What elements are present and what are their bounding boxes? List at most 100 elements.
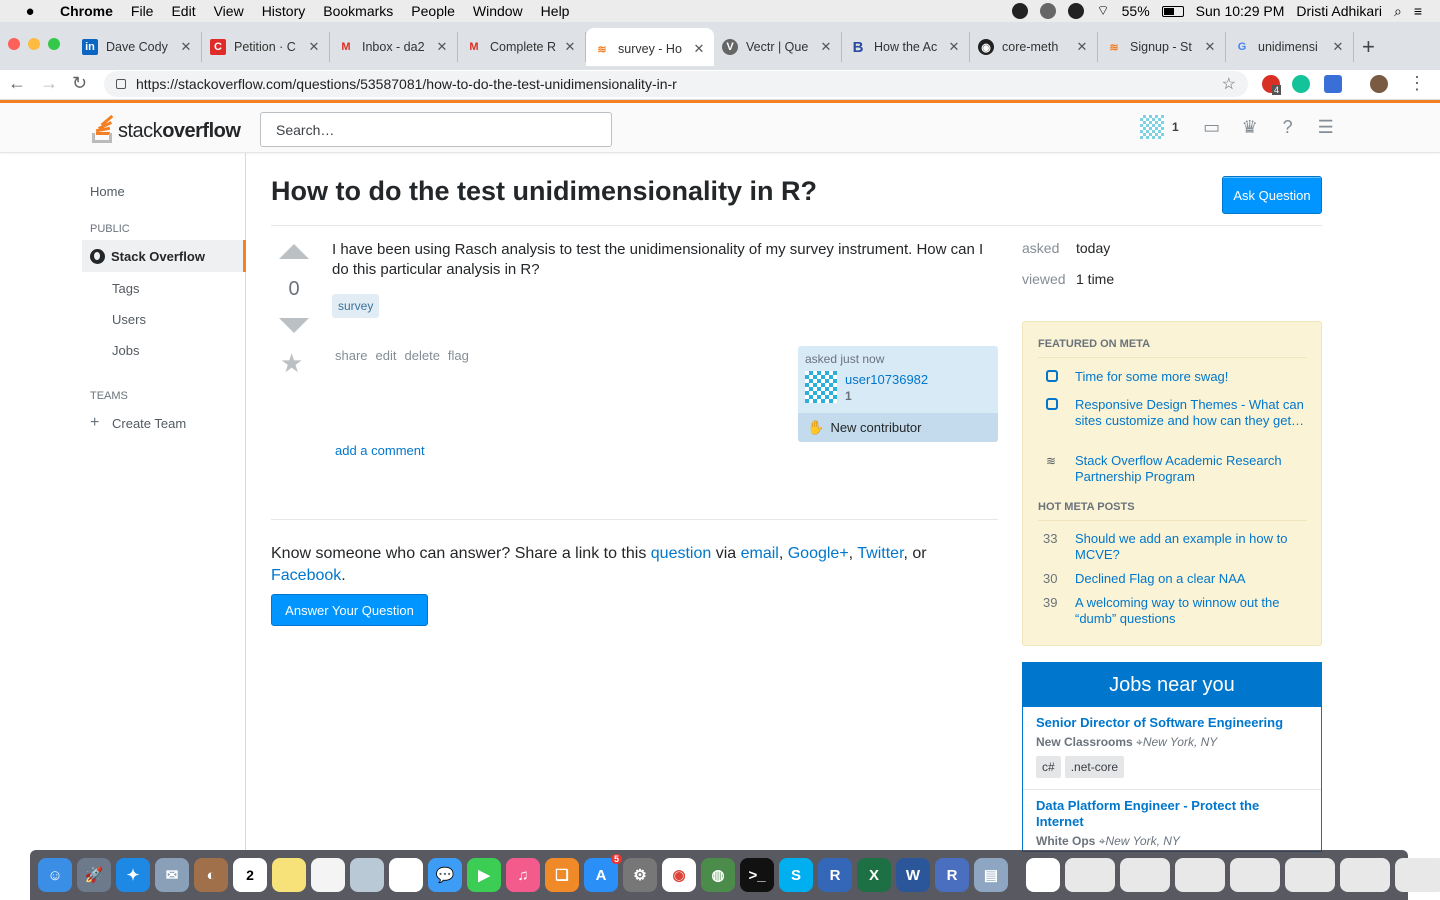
grammarly-extension-icon[interactable]: [1292, 75, 1310, 93]
preview-icon[interactable]: [350, 858, 384, 892]
nav-stackoverflow[interactable]: Stack Overflow: [82, 240, 246, 272]
messages-icon[interactable]: 💬: [428, 858, 462, 892]
close-window-button[interactable]: [8, 38, 20, 50]
clock[interactable]: Sun 10:29 PM: [1196, 3, 1285, 19]
question-title[interactable]: How to do the test unidimensionality in …: [271, 176, 817, 207]
inbox-icon[interactable]: ▭: [1201, 116, 1223, 138]
document-icon[interactable]: [1026, 858, 1060, 892]
forward-arrow-icon[interactable]: →: [40, 73, 58, 94]
achievements-trophy-icon[interactable]: ♛: [1239, 116, 1261, 138]
job-listing[interactable]: Data Platform Engineer - Protect the Int…: [1036, 798, 1308, 849]
screenshot-thumbnail[interactable]: [1065, 858, 1115, 892]
hot-meta-post[interactable]: Should we add an example in how to MCVE?: [1075, 531, 1307, 563]
new-contributor-badge[interactable]: ✋ New contributor: [798, 413, 998, 442]
menu-window[interactable]: Window: [473, 3, 523, 19]
stackoverflow-logo[interactable]: stackoverflow: [90, 113, 241, 143]
calendar-icon[interactable]: 2: [233, 858, 267, 892]
close-tab-icon[interactable]: ✕: [1075, 39, 1089, 55]
spotlight-icon[interactable]: ⌕: [1394, 3, 1402, 20]
job-title[interactable]: Data Platform Engineer - Protect the Int…: [1036, 798, 1308, 830]
job-listing[interactable]: Senior Director of Software Engineering …: [1036, 715, 1308, 778]
back-arrow-icon[interactable]: ←: [8, 73, 26, 94]
wifi-icon[interactable]: ⌔: [1096, 2, 1109, 20]
job-tag[interactable]: c#: [1036, 756, 1061, 778]
app-store-icon[interactable]: A5: [584, 854, 622, 892]
tag-survey[interactable]: survey: [332, 294, 380, 318]
share-link[interactable]: share: [335, 348, 368, 363]
downvote-arrow-icon[interactable]: [279, 318, 309, 333]
screenshot-thumbnail[interactable]: [1285, 858, 1335, 892]
tab-how-the[interactable]: B How the Ac ✕: [842, 32, 970, 62]
screenshot-thumbnail[interactable]: [1230, 858, 1280, 892]
question-share-link[interactable]: question: [651, 545, 712, 562]
twitter-share-link[interactable]: Twitter: [857, 545, 903, 562]
facebook-share-link[interactable]: Facebook: [271, 567, 341, 584]
apple-menu-icon[interactable]: ●: [20, 3, 40, 20]
flag-link[interactable]: flag: [448, 348, 469, 363]
add-comment-link[interactable]: add a comment: [335, 443, 425, 458]
vpn-status-icon[interactable]: [1068, 3, 1085, 19]
menu-file[interactable]: File: [131, 3, 154, 19]
featured-item[interactable]: Time for some more swag!: [1075, 369, 1307, 385]
hot-meta-post[interactable]: Declined Flag on a clear NAA: [1075, 571, 1307, 587]
chrome-menu-icon[interactable]: ⋮: [1408, 73, 1426, 94]
r-assignment-icon[interactable]: R: [935, 858, 969, 892]
nav-create-team[interactable]: Create Team: [112, 416, 186, 431]
notification-center-icon[interactable]: ≡: [1414, 3, 1422, 19]
nav-jobs[interactable]: Jobs: [112, 343, 139, 358]
email-share-link[interactable]: email: [741, 545, 779, 562]
notes-icon[interactable]: [272, 858, 306, 892]
asked-time[interactable]: asked just now: [805, 352, 884, 366]
tab-survey-active[interactable]: ≋ survey - Ho ✕: [586, 28, 714, 66]
ibooks-icon[interactable]: ❏: [545, 858, 579, 892]
terminal-icon[interactable]: >_: [740, 858, 774, 892]
search-input[interactable]: Search…: [260, 112, 612, 147]
tab-petition[interactable]: C Petition · C ✕: [202, 32, 330, 62]
itunes-icon[interactable]: ♫: [506, 858, 540, 892]
image-capture-icon[interactable]: ▤: [974, 858, 1008, 892]
facetime-icon[interactable]: ▶: [467, 858, 501, 892]
favorite-star-icon[interactable]: ★: [280, 348, 303, 379]
safari-icon[interactable]: ✦: [116, 858, 150, 892]
googleplus-share-link[interactable]: Google+: [788, 545, 849, 562]
photos-icon[interactable]: ✿: [389, 858, 423, 892]
reminders-icon[interactable]: [311, 858, 345, 892]
delete-link[interactable]: delete: [405, 348, 440, 363]
reload-icon[interactable]: ↻: [72, 73, 87, 94]
featured-item[interactable]: Responsive Design Themes - What can site…: [1075, 397, 1307, 429]
battery-icon[interactable]: [1161, 5, 1184, 17]
plus-icon[interactable]: +: [90, 414, 99, 432]
close-tab-icon[interactable]: ✕: [692, 41, 706, 57]
job-title[interactable]: Senior Director of Software Engineering: [1036, 715, 1308, 731]
screenshot-thumbnail[interactable]: [1175, 858, 1225, 892]
system-preferences-icon[interactable]: ⚙: [623, 858, 657, 892]
site-switcher-icon[interactable]: ☰: [1315, 116, 1337, 138]
close-tab-icon[interactable]: ✕: [1203, 39, 1217, 55]
zoom-window-button[interactable]: [48, 38, 60, 50]
answer-your-question-button[interactable]: Answer Your Question: [271, 594, 428, 626]
tab-inbox[interactable]: M Inbox - da2 ✕: [330, 32, 458, 62]
tab-linkedin[interactable]: in Dave Cody ✕: [74, 32, 202, 62]
menu-bookmarks[interactable]: Bookmarks: [323, 3, 393, 19]
hot-meta-post[interactable]: A welcoming way to winnow out the “dumb”…: [1075, 595, 1307, 627]
contacts-icon[interactable]: ◐: [194, 858, 228, 892]
job-tag[interactable]: .net-core: [1064, 756, 1125, 778]
user-avatar[interactable]: [805, 371, 837, 403]
chrome-icon[interactable]: ◉: [662, 858, 696, 892]
skype-status-icon[interactable]: [1012, 3, 1029, 19]
user-reputation[interactable]: 1: [1172, 120, 1179, 134]
menu-people[interactable]: People: [411, 3, 455, 19]
screenshot-thumbnail[interactable]: [1395, 858, 1440, 892]
vpn-app-icon[interactable]: ◍: [701, 858, 735, 892]
nav-home[interactable]: Home: [90, 184, 125, 199]
r-app-icon[interactable]: R: [818, 858, 852, 892]
launchpad-icon[interactable]: 🚀: [77, 858, 111, 892]
tab-vectr[interactable]: V Vectr | Que ✕: [714, 32, 842, 62]
close-tab-icon[interactable]: ✕: [947, 39, 961, 55]
menu-edit[interactable]: Edit: [171, 3, 195, 19]
profile-avatar[interactable]: [1370, 75, 1388, 93]
menu-history[interactable]: History: [262, 3, 306, 19]
sync-status-icon[interactable]: [1040, 3, 1057, 19]
menu-chrome[interactable]: Chrome: [60, 3, 113, 19]
address-bar[interactable]: https://stackoverflow.com/questions/5358…: [104, 71, 1248, 97]
